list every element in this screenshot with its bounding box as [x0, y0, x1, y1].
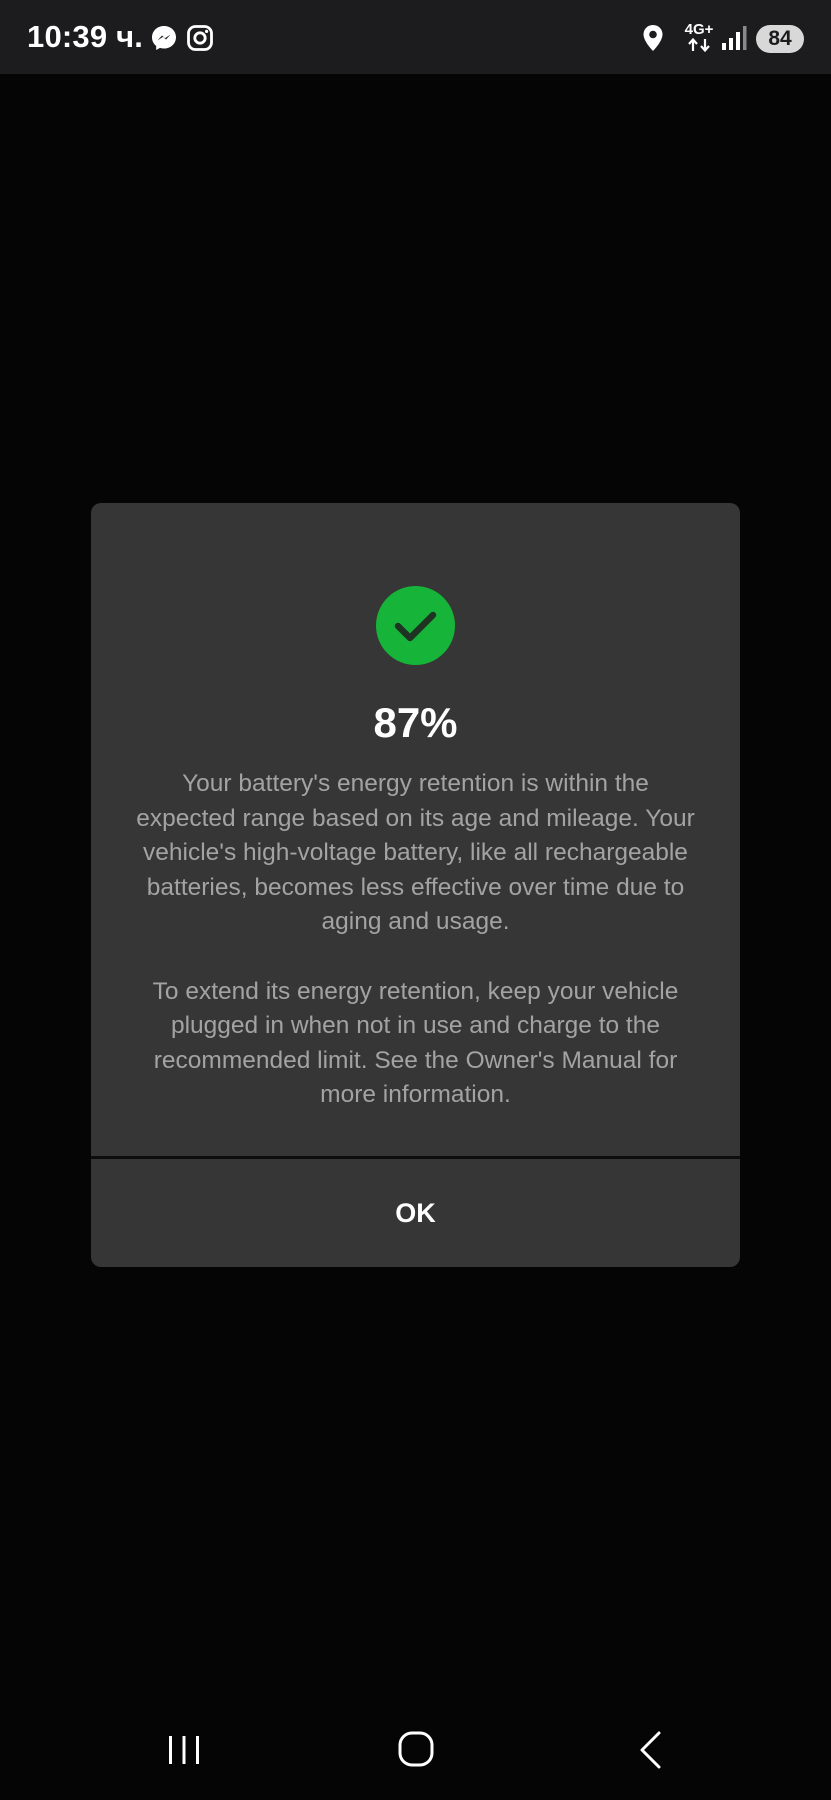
battery-indicator: 84	[756, 25, 804, 53]
instagram-icon	[186, 24, 214, 52]
data-transfer-icon	[686, 37, 712, 53]
location-icon	[642, 24, 664, 52]
screen: 10:39 ч. 4G+ 84 87% Your battery's energ…	[0, 0, 831, 1800]
dialog-body-paragraph-1: Your battery's energy retention is withi…	[136, 770, 695, 936]
check-circle-icon	[376, 586, 455, 665]
navigation-bar	[0, 1700, 831, 1800]
battery-health-dialog: 87% Your battery's energy retention is w…	[91, 503, 740, 1267]
status-time: 10:39 ч.	[27, 19, 144, 54]
ok-button[interactable]: OK	[91, 1159, 740, 1267]
back-icon[interactable]	[618, 1722, 678, 1778]
retention-percentage: 87%	[373, 699, 458, 746]
network-label: 4G+	[684, 21, 714, 38]
dialog-body-paragraph-2: To extend its energy retention, keep you…	[152, 977, 679, 1109]
status-bar: 10:39 ч. 4G+ 84	[0, 0, 831, 74]
home-icon[interactable]	[386, 1722, 446, 1778]
signal-icon	[721, 25, 747, 51]
dialog-body: Your battery's energy retention is withi…	[131, 767, 700, 1113]
messenger-icon	[150, 24, 178, 52]
recent-apps-icon[interactable]	[154, 1722, 214, 1778]
